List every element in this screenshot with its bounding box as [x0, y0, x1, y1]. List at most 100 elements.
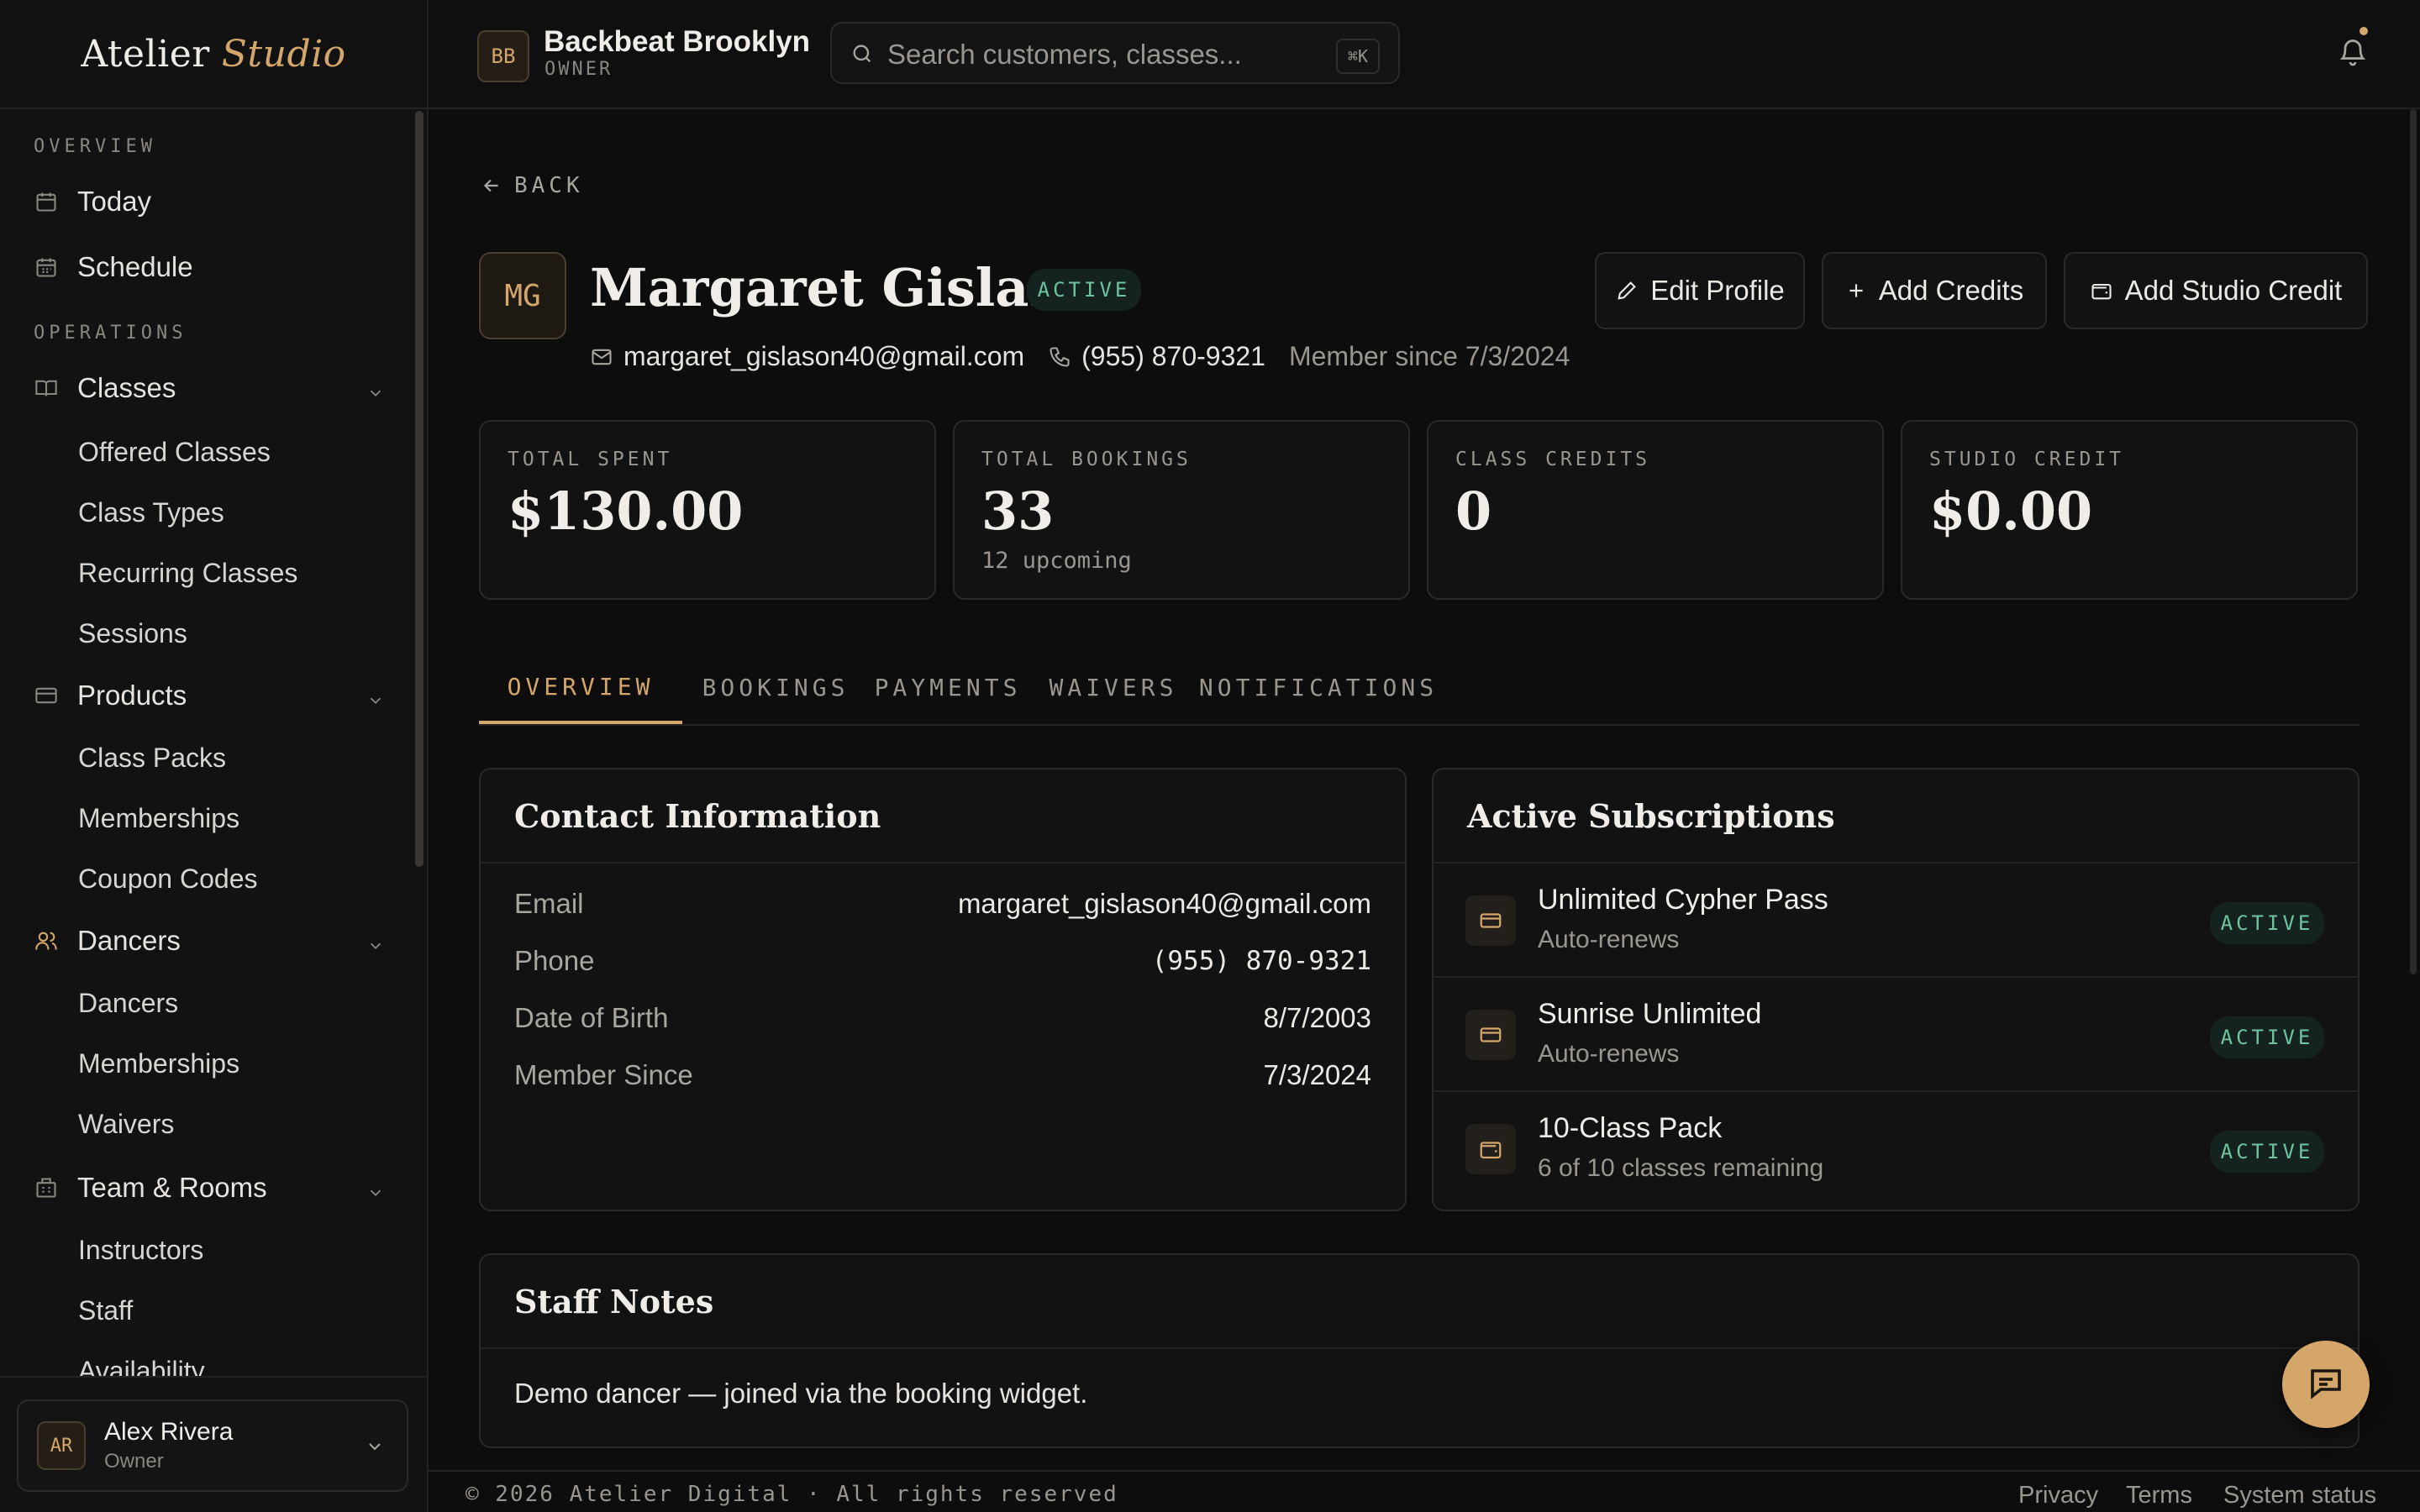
section-label-overview: OVERVIEW [34, 136, 156, 157]
contact-row-member-since: Member Since 7/3/2024 [514, 1050, 1371, 1100]
sidebar-item-products[interactable]: Products [34, 670, 385, 721]
main-content: BACK MG Margaret Gislason ACTIVE margare… [429, 109, 2420, 1512]
studio-avatar[interactable]: BB [477, 30, 529, 82]
avatar: AR [37, 1421, 86, 1470]
arrow-left-icon [483, 179, 498, 192]
card-title: Contact Information [481, 769, 1405, 864]
user-role: Owner [104, 1450, 164, 1473]
stat-value: 33 [981, 480, 1055, 542]
sidebar-subitem-memberships[interactable]: Memberships [78, 795, 239, 842]
search-icon [850, 42, 874, 70]
add-studio-credit-button[interactable]: Add Studio Credit [2064, 252, 2368, 329]
wallet-icon [2091, 283, 2112, 300]
sidebar-subitem-class-packs[interactable]: Class Packs [78, 734, 226, 781]
sidebar-item-today[interactable]: Today [34, 176, 385, 227]
status-badge: ACTIVE [2210, 902, 2324, 944]
sidebar-subitem-waivers[interactable]: Waivers [78, 1100, 174, 1147]
plus-icon [1849, 284, 1863, 297]
card-icon [34, 683, 59, 708]
calendar-icon [34, 189, 59, 214]
staff-note-text: Demo dancer — joined via the booking wid… [514, 1378, 1088, 1409]
studio-name[interactable]: Backbeat Brooklyn [544, 25, 810, 59]
back-button[interactable]: BACK [481, 173, 584, 198]
studio-role: OWNER [544, 59, 613, 80]
top-header: BB Backbeat Brooklyn OWNER ⌘K [429, 0, 2420, 109]
sidebar-subitem-coupon-codes[interactable]: Coupon Codes [78, 855, 257, 902]
brand-logo[interactable]: Atelier Studio [0, 0, 427, 109]
sidebar-item-schedule[interactable]: Schedule [34, 242, 385, 292]
subscription-row[interactable]: Unlimited Cypher Pass Auto-renews ACTIVE [1434, 864, 2358, 978]
search-shortcut-hint: ⌘K [1335, 39, 1380, 74]
sidebar-subitem-sessions[interactable]: Sessions [78, 610, 187, 657]
contact-information-card: Contact Information Email margaret_gisla… [479, 768, 1407, 1211]
section-label-operations: OPERATIONS [34, 323, 187, 344]
footer-link-terms[interactable]: Terms [2126, 1482, 2192, 1509]
wallet-icon [1465, 1124, 1516, 1174]
edit-profile-button[interactable]: Edit Profile [1595, 252, 1805, 329]
sidebar: Atelier Studio OVERVIEW Today Schedule O… [0, 0, 429, 1512]
status-badge: ACTIVE [2210, 1016, 2324, 1058]
chevron-down-icon[interactable] [366, 685, 385, 717]
main-scrollbar[interactable] [2410, 109, 2417, 974]
member-since: Member since 7/3/2024 [1288, 341, 1570, 371]
chevron-down-icon[interactable] [366, 377, 385, 409]
stat-card-studio-credit: STUDIO CREDIT $0.00 [1901, 420, 2358, 600]
sidebar-subitem-memberships[interactable]: Memberships [78, 1040, 239, 1087]
contact-value[interactable]: margaret_gislason40@gmail.com [958, 888, 1371, 920]
contact-row-email: Email margaret_gislason40@gmail.com [514, 879, 1371, 929]
subscription-name: 10-Class Pack [1538, 1112, 1723, 1144]
tab-payments[interactable]: PAYMENTS [871, 652, 1025, 722]
subscription-row[interactable]: 10-Class Pack 6 of 10 classes remaining … [1434, 1092, 2358, 1205]
footer-link-privacy[interactable]: Privacy [2018, 1482, 2098, 1509]
customer-email-text: margaret_gislason40@gmail.com [623, 341, 1025, 371]
contact-row-phone: Phone (955) 870-9321 [514, 936, 1371, 986]
stat-label: STUDIO CREDIT [1929, 449, 2125, 470]
user-name: Alex Rivera [104, 1418, 234, 1446]
add-credits-label: Add Credits [1878, 275, 2024, 306]
divider [0, 1376, 427, 1378]
footer: © 2026 Atelier Digital · All rights rese… [429, 1470, 2420, 1512]
sidebar-item-dancers[interactable]: Dancers [34, 916, 385, 966]
bell-icon[interactable] [2338, 37, 2368, 71]
book-icon [34, 375, 59, 401]
contact-key: Phone [514, 945, 595, 976]
chevron-down-icon[interactable] [366, 930, 385, 962]
sidebar-item-label: Schedule [77, 251, 193, 282]
sidebar-subitem-offered-classes[interactable]: Offered Classes [78, 428, 271, 475]
user-menu[interactable]: AR Alex Rivera Owner [17, 1399, 408, 1492]
chevron-down-icon[interactable] [366, 1177, 385, 1209]
tab-waivers[interactable]: WAIVERS [1044, 652, 1183, 722]
sidebar-subitem-instructors[interactable]: Instructors [78, 1226, 203, 1273]
customer-phone-text: (955) 870-9321 [1081, 341, 1265, 371]
chat-button[interactable] [2282, 1341, 2370, 1428]
subscription-name: Sunrise Unlimited [1538, 998, 1762, 1030]
contact-row-dob: Date of Birth 8/7/2003 [514, 993, 1371, 1043]
sidebar-scrollbar[interactable] [415, 111, 424, 867]
tab-notifications[interactable]: NOTIFICATIONS [1199, 652, 1437, 722]
footer-link-system-status[interactable]: System status [2223, 1482, 2376, 1509]
sidebar-subitem-recurring-classes[interactable]: Recurring Classes [78, 549, 297, 596]
contact-value: 8/7/2003 [1263, 1002, 1371, 1033]
pencil-icon [1618, 281, 1637, 300]
brand-name-part2: Studio [221, 32, 346, 76]
tab-bookings[interactable]: BOOKINGS [699, 652, 852, 722]
sidebar-subitem-class-types[interactable]: Class Types [78, 489, 224, 536]
sidebar-subitem-dancers[interactable]: Dancers [78, 979, 178, 1026]
add-credits-button[interactable]: Add Credits [1822, 252, 2047, 329]
subscription-name: Unlimited Cypher Pass [1538, 884, 1828, 916]
sidebar-subitem-availability[interactable]: Availability [78, 1347, 205, 1378]
sidebar-item-label: Products [77, 680, 187, 711]
stat-label: TOTAL BOOKINGS [981, 449, 1192, 470]
tab-overview[interactable]: OVERVIEW [479, 652, 682, 724]
sidebar-item-classes[interactable]: Classes [34, 363, 385, 413]
contact-value[interactable]: (955) 870-9321 [1152, 946, 1371, 976]
customer-email[interactable]: margaret_gislason40@gmail.com [590, 341, 1024, 372]
sidebar-item-label: Today [77, 186, 152, 217]
search-input[interactable] [886, 35, 1309, 74]
search-box[interactable]: ⌘K [830, 22, 1400, 84]
stat-card-total-bookings: TOTAL BOOKINGS 33 12 upcoming [953, 420, 1410, 600]
sidebar-item-team-rooms[interactable]: Team & Rooms [34, 1163, 385, 1213]
subscription-row[interactable]: Sunrise Unlimited Auto-renews ACTIVE [1434, 978, 2358, 1092]
customer-phone[interactable]: (955) 870-9321 [1048, 341, 1265, 372]
sidebar-subitem-staff[interactable]: Staff [78, 1287, 133, 1334]
